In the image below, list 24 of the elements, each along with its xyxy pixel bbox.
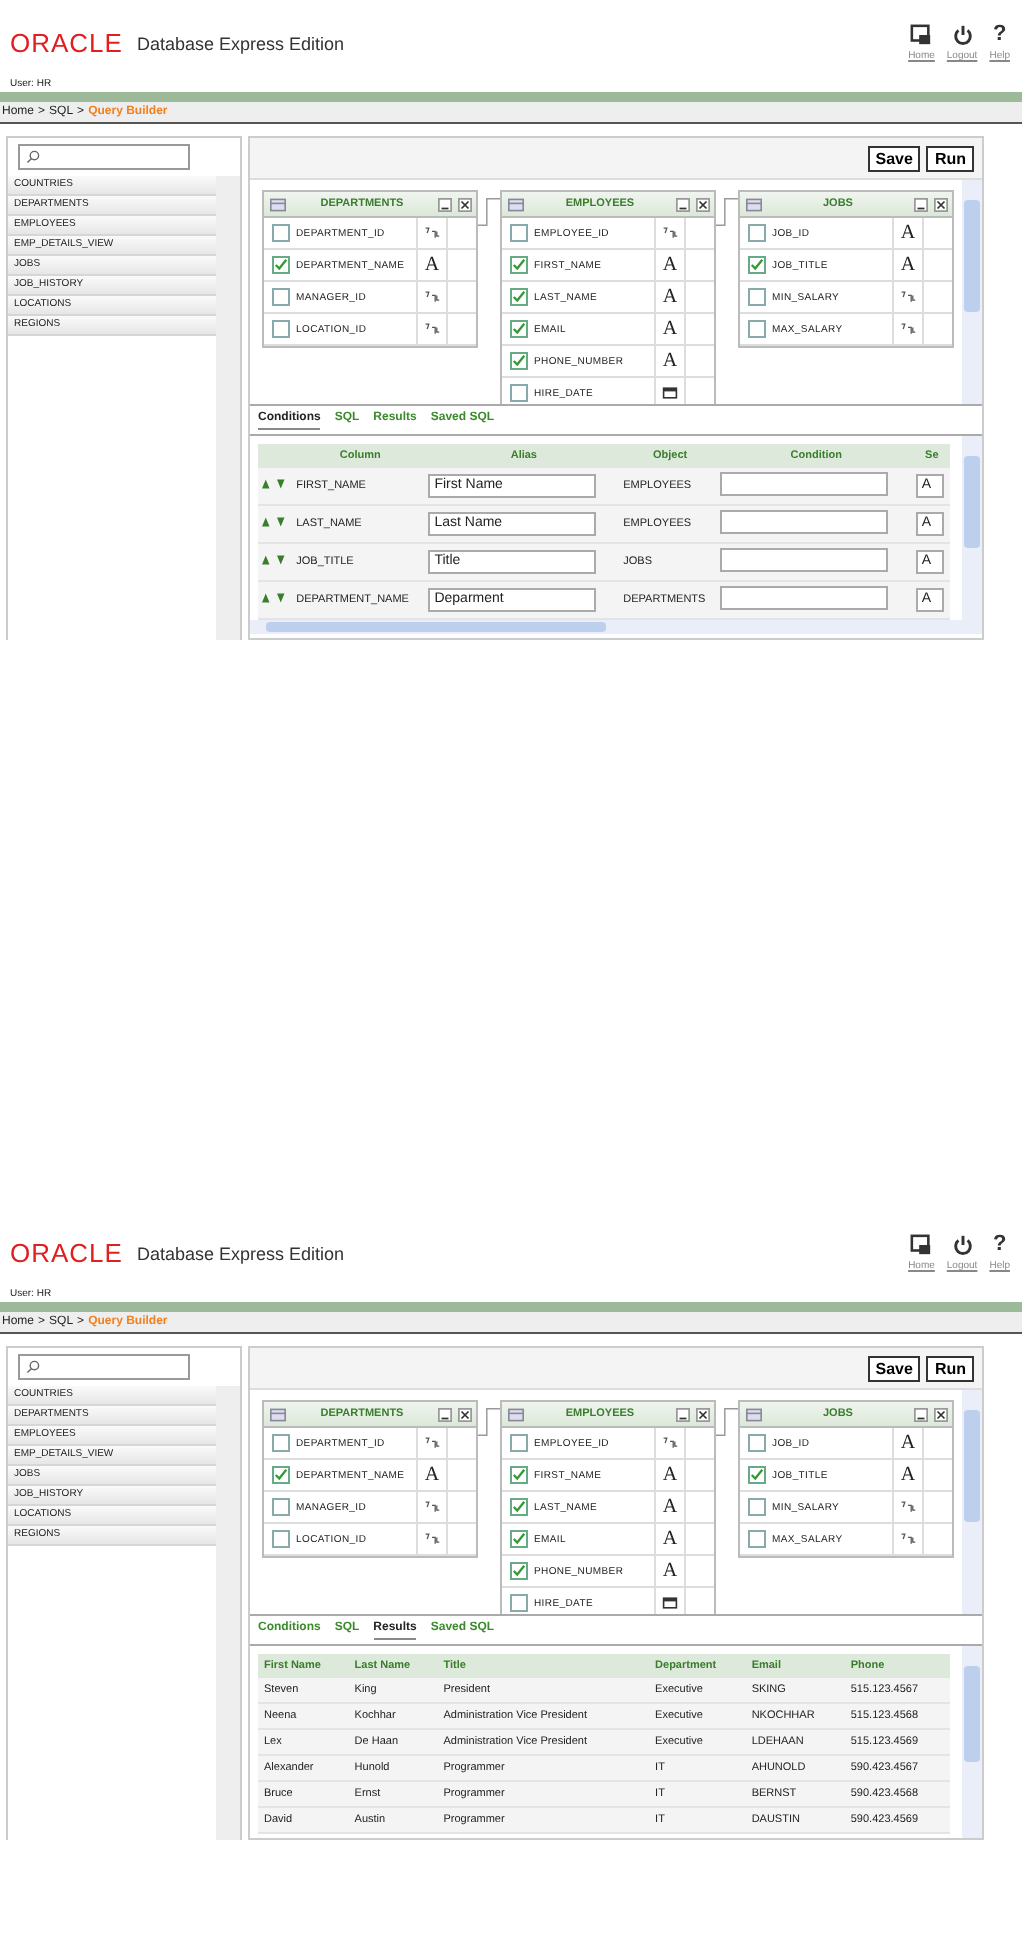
text-type-icon: A <box>662 1528 678 1550</box>
text-type-icon: A <box>424 1464 440 1486</box>
text-type-icon: A <box>662 1560 678 1582</box>
product-name: Database Express Edition <box>136 1243 345 1263</box>
text-type-icon: A <box>424 254 440 276</box>
text-type-icon: A <box>662 350 678 372</box>
text-type-icon: A <box>900 222 916 244</box>
text-type-icon: A <box>662 1496 678 1518</box>
logo: ORACLE <box>10 1238 123 1268</box>
text-type-icon: A <box>662 1464 678 1486</box>
help-icon: ? <box>992 1234 1007 1256</box>
toolbar-button[interactable]: Save <box>867 1356 921 1382</box>
toolbar-button[interactable]: Save <box>867 146 921 172</box>
logo: ORACLE <box>10 28 123 58</box>
text-type-icon: A <box>662 286 678 308</box>
text-type-icon: A <box>662 318 678 340</box>
text-type-icon: A <box>900 1464 916 1486</box>
toolbar-button[interactable]: Run <box>926 146 974 172</box>
toolbar-button[interactable]: Run <box>926 1356 974 1382</box>
text-type-icon: A <box>900 254 916 276</box>
text-type-icon: A <box>662 254 678 276</box>
help-icon: ? <box>992 24 1007 46</box>
text-type-icon: A <box>900 1432 916 1454</box>
product-name: Database Express Edition <box>136 33 345 53</box>
